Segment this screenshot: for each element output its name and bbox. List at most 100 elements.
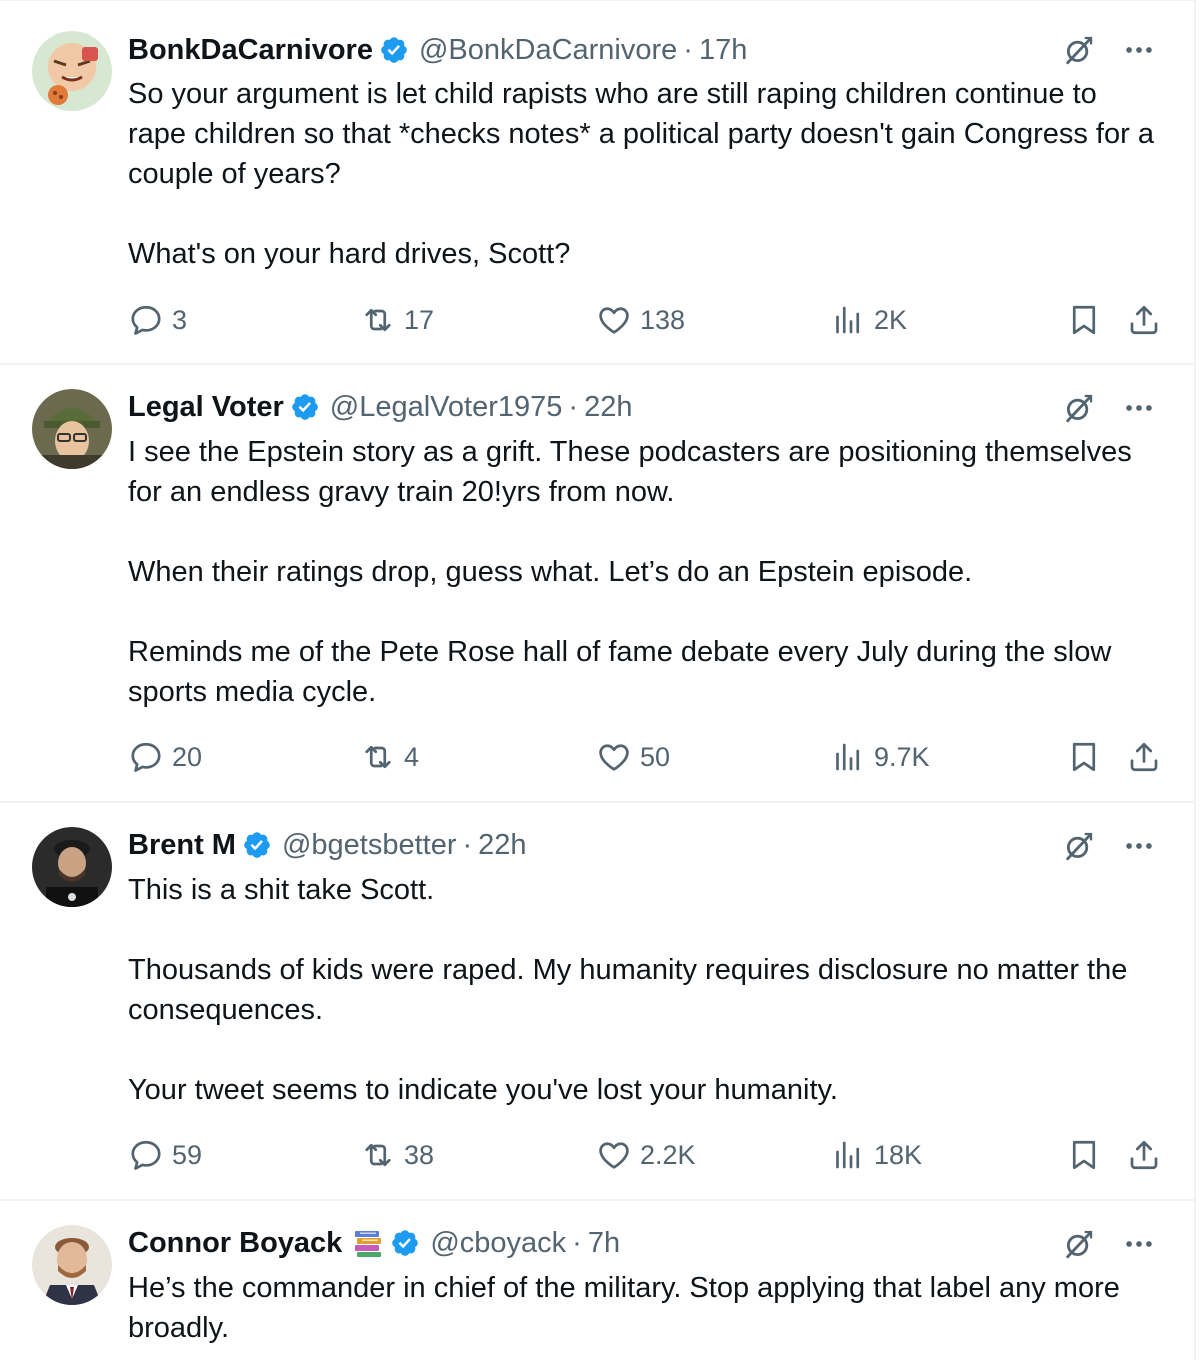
reply-count: 20 <box>172 741 203 772</box>
reply-button[interactable]: 20 <box>128 737 202 777</box>
action-bar: 3 17 138 2K <box>128 300 1168 340</box>
reply-count: 59 <box>172 1139 203 1170</box>
grok-icon[interactable] <box>1062 391 1096 425</box>
timestamp[interactable]: 22h <box>478 829 526 862</box>
bookmark-button[interactable] <box>1066 1135 1102 1175</box>
tweet-paragraph: Your tweet seems to indicate you've lost… <box>128 1074 838 1106</box>
repost-button[interactable]: 4 <box>360 737 419 777</box>
views-button[interactable]: 2K <box>830 300 907 340</box>
bookmark-button[interactable] <box>1066 737 1102 777</box>
more-icon[interactable] <box>1122 33 1156 67</box>
repost-icon <box>360 1137 396 1173</box>
views-icon <box>830 1137 866 1173</box>
share-button[interactable] <box>1126 737 1162 777</box>
reply-button[interactable]: 3 <box>128 300 187 340</box>
repost-count: 38 <box>404 1139 435 1170</box>
action-bar: 20 4 50 9.7K <box>128 737 1168 777</box>
handle[interactable]: @LegalVoter1975 <box>330 391 563 424</box>
tweet-paragraph: When their ratings drop, guess what. Let… <box>128 556 973 588</box>
tweet-text: He’s the commander in chief of the milit… <box>128 1268 1160 1348</box>
tweet-3[interactable]: Brent M @bgetsbetter · 22h This is a shi… <box>0 803 1196 1201</box>
bookmark-icon <box>1066 739 1102 775</box>
handle[interactable]: @cboyack <box>430 1227 566 1260</box>
share-button[interactable] <box>1126 300 1162 340</box>
display-name[interactable]: Connor Boyack <box>128 1227 342 1260</box>
tweet-paragraph: This is a shit take Scott. <box>128 874 435 906</box>
reply-icon <box>128 1137 164 1173</box>
like-count: 2.2K <box>640 1139 696 1170</box>
separator: · <box>572 1226 582 1259</box>
like-count: 50 <box>640 741 671 772</box>
tweet-2[interactable]: Legal Voter @LegalVoter1975 · 22h I see … <box>0 365 1196 803</box>
views-icon <box>830 739 866 775</box>
verified-badge-icon <box>379 35 409 65</box>
tweet-paragraph: I see the Epstein story as a grift. Thes… <box>128 436 1132 508</box>
tweet-paragraph: So your argument is let child rapists wh… <box>128 78 1154 190</box>
repost-button[interactable]: 38 <box>360 1135 434 1175</box>
separator: · <box>462 828 473 861</box>
share-icon <box>1126 1137 1162 1173</box>
repost-button[interactable]: 17 <box>360 300 434 340</box>
verified-badge-icon <box>390 1228 420 1258</box>
verified-badge-icon <box>290 392 320 422</box>
more-icon[interactable] <box>1122 1227 1156 1261</box>
timestamp[interactable]: 7h <box>588 1227 620 1260</box>
handle[interactable]: @bgetsbetter <box>282 829 457 862</box>
tweet-text: So your argument is let child rapists wh… <box>128 74 1160 274</box>
like-icon <box>596 739 632 775</box>
display-name[interactable]: Brent M <box>128 829 236 862</box>
like-button[interactable]: 138 <box>596 300 685 340</box>
tweet-paragraph: Reminds me of the Pete Rose hall of fame… <box>128 636 1112 708</box>
tweet-paragraph: What's on your hard drives, Scott? <box>128 238 571 270</box>
like-count: 138 <box>640 304 686 335</box>
share-icon <box>1126 302 1162 338</box>
views-icon <box>830 302 866 338</box>
share-icon <box>1126 739 1162 775</box>
reply-button[interactable]: 59 <box>128 1135 202 1175</box>
views-count: 18K <box>874 1139 923 1170</box>
books-emoji-icon <box>352 1227 384 1259</box>
like-icon <box>596 302 632 338</box>
tweet-text: I see the Epstein story as a grift. Thes… <box>128 432 1160 712</box>
avatar[interactable] <box>32 827 112 907</box>
more-icon[interactable] <box>1122 829 1156 863</box>
handle[interactable]: @BonkDaCarnivore <box>419 34 677 67</box>
timestamp[interactable]: 22h <box>584 391 632 424</box>
avatar[interactable] <box>32 1225 112 1305</box>
views-count: 2K <box>874 304 908 335</box>
tweet-paragraph: He’s the commander in chief of the milit… <box>128 1272 1120 1344</box>
tweet-1[interactable]: BonkDaCarnivore @BonkDaCarnivore · 17h S… <box>0 1 1196 365</box>
separator: · <box>683 33 693 66</box>
reply-thread: BonkDaCarnivore @BonkDaCarnivore · 17h S… <box>0 0 1196 1360</box>
reply-count: 3 <box>172 304 188 335</box>
grok-icon[interactable] <box>1062 1227 1096 1261</box>
avatar[interactable] <box>32 389 112 469</box>
tweet-paragraph: Thousands of kids were raped. My humanit… <box>128 954 1128 1026</box>
views-count: 9.7K <box>874 741 930 772</box>
bookmark-icon <box>1066 302 1102 338</box>
display-name[interactable]: BonkDaCarnivore <box>128 34 373 67</box>
repost-icon <box>360 739 396 775</box>
separator: · <box>568 390 579 423</box>
repost-icon <box>360 302 396 338</box>
views-button[interactable]: 18K <box>830 1135 922 1175</box>
bookmark-icon <box>1066 1137 1102 1173</box>
grok-icon[interactable] <box>1062 33 1096 67</box>
avatar[interactable] <box>32 31 112 111</box>
reply-icon <box>128 302 164 338</box>
tweet-4[interactable]: Connor Boyack @cboyack · 7h He’s the com… <box>0 1201 1196 1361</box>
like-icon <box>596 1137 632 1173</box>
share-button[interactable] <box>1126 1135 1162 1175</box>
repost-count: 4 <box>404 741 420 772</box>
like-button[interactable]: 50 <box>596 737 670 777</box>
repost-count: 17 <box>404 304 435 335</box>
bookmark-button[interactable] <box>1066 300 1102 340</box>
verified-badge-icon <box>242 830 272 860</box>
timestamp[interactable]: 17h <box>699 34 747 67</box>
more-icon[interactable] <box>1122 391 1156 425</box>
grok-icon[interactable] <box>1062 829 1096 863</box>
like-button[interactable]: 2.2K <box>596 1135 696 1175</box>
tweet-text: This is a shit take Scott. Thousands of … <box>128 870 1160 1110</box>
views-button[interactable]: 9.7K <box>830 737 930 777</box>
display-name[interactable]: Legal Voter <box>128 391 284 424</box>
